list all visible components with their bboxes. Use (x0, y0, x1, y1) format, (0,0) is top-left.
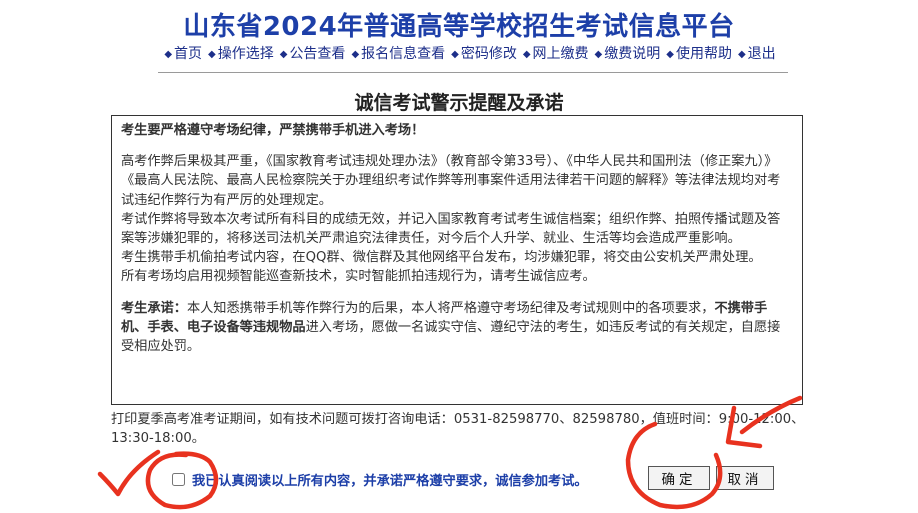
integrity-notice-box: 考生要严格遵守考场纪律，严禁携带手机进入考场！ 高考作弊后果极其严重，《国家教育… (111, 115, 803, 405)
nav-item-online-payment[interactable]: ◆ 网上缴费 (523, 43, 589, 63)
nav-item-label: 首页 (174, 46, 203, 62)
agreement-checkbox[interactable] (172, 473, 185, 486)
nav-item-label: 公告查看 (289, 46, 346, 62)
diamond-bullet-icon: ◆ (666, 49, 674, 60)
diamond-bullet-icon: ◆ (522, 49, 531, 60)
site-title: 山东省2024年普通高等学校招生考试信息平台 (183, 12, 735, 42)
candidate-commitment: 考生承诺：本人知悉携带手机等作弊行为的后果，本人将严格遵守考场纪律及考试规则中的… (121, 299, 793, 357)
nav-item-payment-guide[interactable]: ◆ 缴费说明 (595, 43, 661, 63)
section-title: 诚信考试警示提醒及承诺 (354, 92, 564, 114)
nav-item-label: 操作选择 (217, 46, 274, 62)
nav-item-announcements[interactable]: ◆ 公告查看 (280, 43, 346, 63)
diamond-bullet-icon: ◆ (208, 49, 216, 60)
nav-item-operation-select[interactable]: ◆ 操作选择 (208, 43, 274, 63)
nav-item-registration-info[interactable]: ◆ 报名信息查看 (351, 43, 445, 63)
diamond-bullet-icon: ◆ (279, 49, 288, 60)
commitment-label: 考生承诺： (121, 300, 187, 316)
contact-info: 打印夏季高考准考证期间，如有技术问题可拨打咨询电话：0531-82598770、… (111, 412, 805, 446)
nav-item-label: 网上缴费 (532, 46, 589, 62)
nav-item-label: 使用帮助 (675, 46, 732, 62)
agreement-row[interactable]: 我已认真阅读以上所有内容，并承诺严格遵守要求，诚信参加考试。 (172, 470, 588, 489)
notice-paragraph-video-monitoring: 所有考场均启用视频智能巡查新技术，实时智能抓拍违规行为，请考生诚信应考。 (121, 269, 596, 285)
commitment-text: 本人知悉携带手机等作弊行为的后果，本人将严格遵守考场纪律及考试规则中的各项要求， (186, 300, 715, 316)
nav-item-label: 密码修改 (460, 46, 517, 62)
diamond-bullet-icon: ◆ (594, 49, 603, 60)
nav-item-logout[interactable]: ◆ 退出 (738, 43, 776, 63)
nav-item-help[interactable]: ◆ 使用帮助 (666, 43, 732, 63)
cancel-button[interactable]: 取消 (716, 466, 774, 490)
notice-paragraph-phone-photos: 考生携带手机偷拍考试内容，在QQ群、微信群及其他网络平台发布，均涉嫌犯罪，将交由… (121, 250, 762, 266)
agreement-label: 我已认真阅读以上所有内容，并承诺严格遵守要求，诚信参加考试。 (192, 474, 588, 489)
nav-item-label: 报名信息查看 (361, 46, 446, 62)
checkmark-annotation (97, 449, 161, 497)
nav-item-label: 退出 (747, 46, 776, 62)
notice-paragraph-laws: 高考作弊后果极其严重，《国家教育考试违规处理办法》（教育部令第33号）、《中华人… (121, 154, 781, 208)
diamond-bullet-icon: ◆ (451, 49, 459, 60)
diamond-bullet-icon: ◆ (351, 49, 360, 60)
notice-paragraph-consequences: 考试作弊将导致本次考试所有科目的成绩无效，并记入国家教育考试考生诚信档案；组织作… (121, 211, 781, 247)
nav-item-change-password[interactable]: ◆ 密码修改 (451, 43, 517, 63)
nav-divider (158, 72, 788, 73)
main-nav: ◆ 首页 ◆ 操作选择 ◆ 公告查看 ◆ 报名信息查看 ◆ 密码修改 ◆ 网上缴费 ◆ 缴费说… (150, 43, 790, 63)
diamond-bullet-icon: ◆ (164, 49, 173, 60)
diamond-bullet-icon: ◆ (737, 49, 746, 60)
phone-ban-warning: 考生要严格遵守考场纪律，严禁携带手机进入考场！ (121, 123, 425, 138)
confirm-button[interactable]: 确定 (648, 466, 710, 490)
nav-item-home[interactable]: ◆ 首页 (164, 43, 202, 63)
nav-item-label: 缴费说明 (604, 46, 661, 62)
